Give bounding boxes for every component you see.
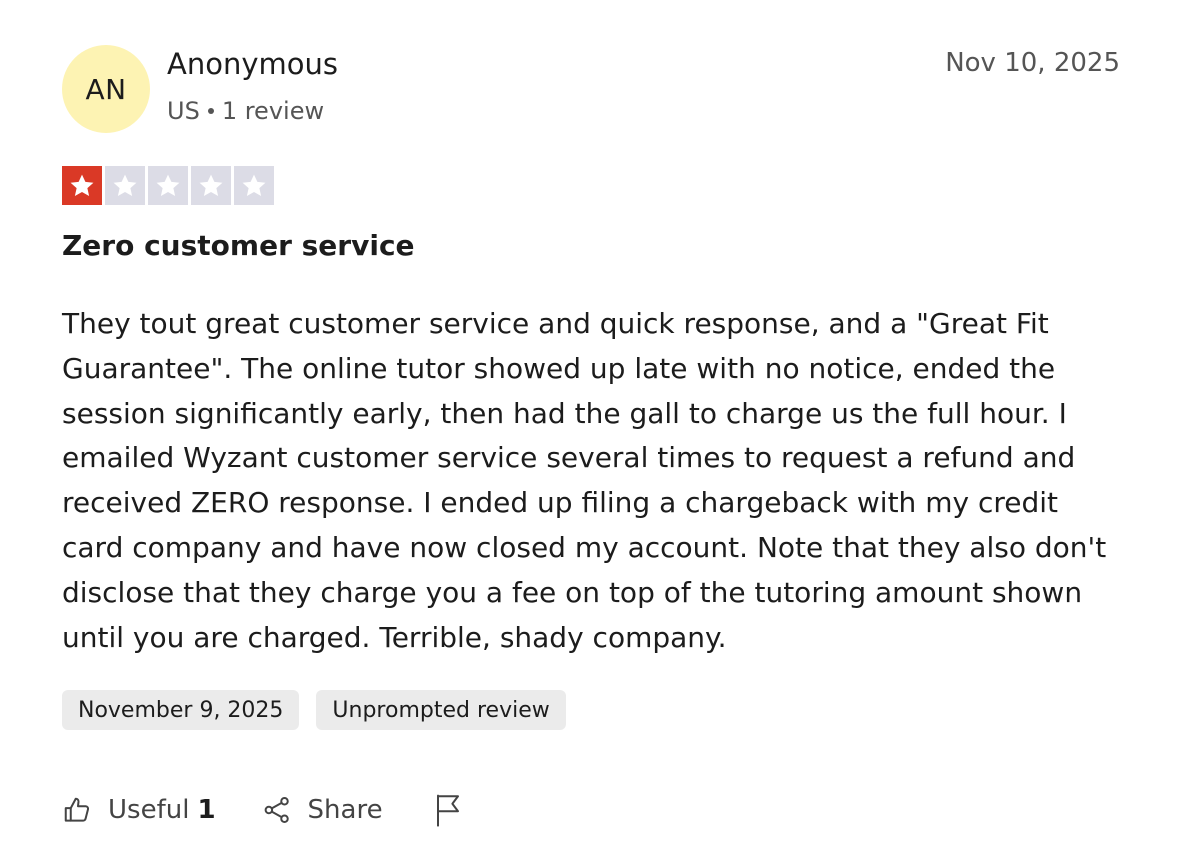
useful-count: 1 [197,795,216,825]
review-title: Zero customer service [62,229,415,262]
useful-button[interactable]: Useful 1 [62,795,216,825]
reviewer-review-count: 1 review [221,97,325,125]
report-button[interactable] [433,793,463,827]
star-empty-icon [234,166,274,205]
reviewer-country: US [167,97,200,125]
star-empty-icon [148,166,188,205]
star-filled-icon [62,166,102,205]
review-body: They tout great customer service and qui… [62,307,1107,654]
reviewer-meta: US 1 review [167,97,324,125]
reviewer-name[interactable]: Anonymous [167,47,338,81]
review-tags: November 9, 2025 Unprompted review [62,690,566,730]
share-icon [262,795,292,825]
review-actions: Useful 1 Share [62,790,463,830]
review-type-tag[interactable]: Unprompted review [316,690,566,730]
thumbs-up-icon [62,795,92,825]
share-button[interactable]: Share [262,795,383,825]
review-card: AN Anonymous US 1 review Nov 10, 2025 Ze… [0,0,1186,854]
star-rating [62,166,274,205]
star-empty-icon [105,166,145,205]
flag-icon [433,793,463,827]
avatar[interactable]: AN [62,45,150,133]
separator-dot [207,108,214,114]
useful-label: Useful [108,795,190,825]
star-empty-icon [191,166,231,205]
experience-date-tag: November 9, 2025 [62,690,300,730]
review-date: Nov 10, 2025 [945,48,1120,78]
share-label: Share [307,795,383,825]
